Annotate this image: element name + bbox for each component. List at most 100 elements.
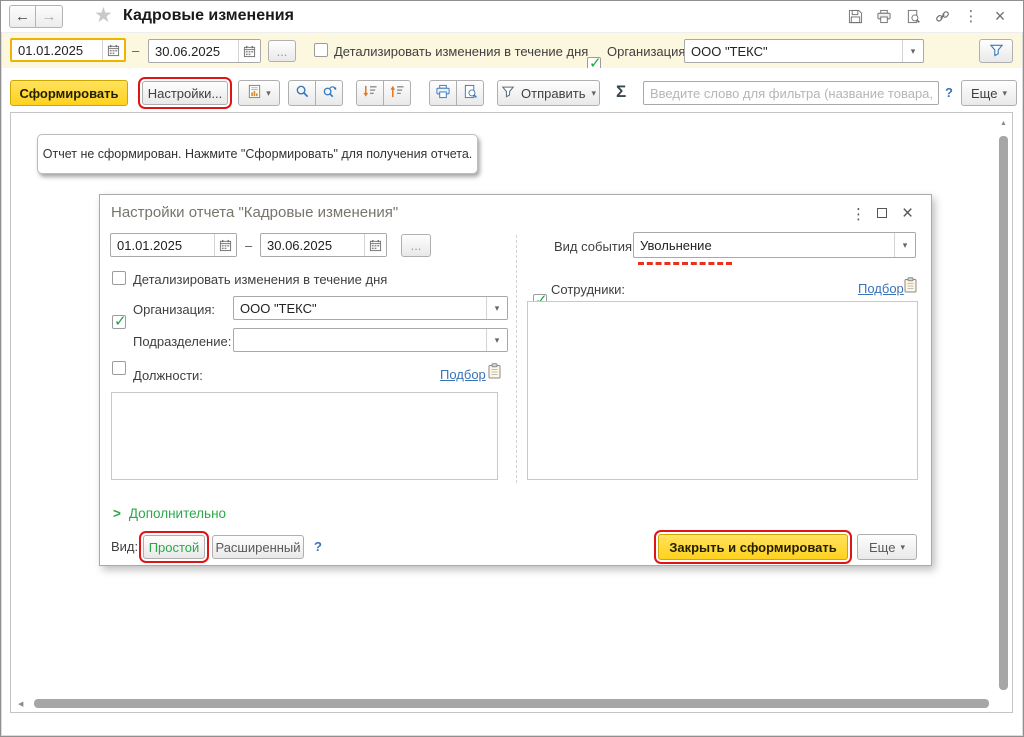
horizontal-scroll-thumb[interactable] (34, 699, 989, 708)
dialog-department-combo[interactable]: ▾ (233, 328, 508, 352)
calendar-icon[interactable] (214, 234, 236, 256)
calendar-icon[interactable] (238, 40, 260, 62)
window-menu-icon[interactable]: ⋮ (960, 6, 982, 26)
dialog-period-to-field[interactable]: 30.06.2025 (260, 233, 387, 257)
employees-clipboard-icon[interactable] (903, 277, 918, 296)
period-dash: – (132, 43, 140, 58)
calendar-icon[interactable] (364, 234, 386, 256)
quick-filter-bar: 01.01.2025 – 30.06.2025 ... Детализирова… (2, 32, 1022, 72)
period-from-field[interactable]: 01.01.2025 (10, 38, 126, 62)
column-separator (516, 235, 517, 483)
dialog-detail-day-checkbox[interactable] (112, 271, 126, 285)
save-icon[interactable] (844, 6, 866, 26)
report-variants-button[interactable]: ▾ (238, 80, 280, 106)
dialog-period-to-value: 30.06.2025 (267, 237, 333, 253)
dialog-menu-icon[interactable]: ⋮ (851, 205, 866, 223)
title-bar: ← → ★ Кадровые изменения ⋮ × (1, 1, 1023, 32)
filter-word-input[interactable] (643, 81, 939, 105)
report-settings-dialog: Настройки отчета "Кадровые изменения" ⋮ … (99, 194, 932, 566)
search-icon (295, 84, 310, 102)
report-variant-icon (247, 84, 262, 102)
annotation-red-dashed-underline (638, 262, 732, 265)
more-label: Еще (971, 85, 998, 101)
dialog-title: Настройки отчета "Кадровые изменения" (111, 204, 399, 221)
dialog-more-button[interactable]: Еще ▾ (857, 534, 917, 560)
printer-icon (435, 84, 451, 102)
sort-ascending-icon (389, 84, 405, 102)
favorite-star-icon[interactable]: ★ (94, 3, 113, 28)
print-icon[interactable] (873, 6, 895, 26)
window-action-icons: ⋮ × (844, 6, 1011, 26)
search-next-button[interactable] (315, 80, 343, 106)
vertical-scrollbar[interactable]: ▲ (997, 116, 1010, 696)
positions-list[interactable] (111, 392, 498, 480)
sort-descending-button[interactable] (356, 80, 384, 106)
report-area: Отчет не сформирован. Нажмите "Сформиров… (10, 112, 1013, 713)
document-magnifier-icon (463, 84, 478, 102)
chevron-down-icon: ▾ (1002, 87, 1007, 98)
chevron-down-icon[interactable]: ▾ (486, 297, 507, 319)
view-label: Вид: (111, 539, 139, 554)
horizontal-scrollbar[interactable]: ◀ (14, 697, 995, 710)
forward-icon: → (41, 8, 57, 25)
view-extended-button[interactable]: Расширенный (212, 535, 304, 559)
dialog-period-from-value: 01.01.2025 (117, 237, 183, 253)
period-more-button[interactable]: ... (268, 40, 296, 62)
chevron-down-icon[interactable]: ▾ (902, 40, 923, 62)
close-icon[interactable]: × (989, 6, 1011, 26)
app-window: ← → ★ Кадровые изменения ⋮ × 01.01.2025 (0, 0, 1024, 737)
dialog-department-checkbox[interactable] (112, 361, 126, 375)
dialog-close-icon[interactable]: × (902, 204, 913, 223)
preview-button[interactable] (456, 80, 484, 106)
print-preview-icon[interactable] (902, 6, 924, 26)
vertical-scroll-thumb[interactable] (999, 136, 1008, 690)
dialog-organization-combo[interactable]: ООО "ТЕКС" ▾ (233, 296, 508, 320)
funnel-icon (989, 43, 1004, 60)
dialog-period-more-button[interactable]: ... (401, 234, 431, 257)
period-to-field[interactable]: 30.06.2025 (148, 39, 261, 63)
additional-expander[interactable]: > Дополнительно (113, 506, 226, 521)
print-button[interactable] (429, 80, 457, 106)
chevron-down-icon[interactable]: ▾ (486, 329, 507, 351)
dialog-help-button[interactable]: ? (314, 539, 322, 554)
additional-label: Дополнительно (128, 506, 227, 521)
send-button[interactable]: Отправить ▾ (497, 80, 600, 106)
event-type-label: Вид события: (554, 239, 636, 254)
dialog-maximize-icon[interactable] (877, 208, 887, 218)
chevron-down-icon[interactable]: ▾ (894, 233, 915, 257)
close-and-generate-button[interactable]: Закрыть и сформировать (654, 530, 852, 564)
report-status-message: Отчет не сформирован. Нажмите "Сформиров… (37, 134, 478, 174)
back-button[interactable]: ← (9, 5, 36, 28)
view-simple-button[interactable]: Простой (139, 531, 209, 563)
dialog-organization-checkbox[interactable] (112, 312, 127, 330)
organization-label: Организация: (607, 44, 690, 59)
organization-combo[interactable]: ООО "ТЕКС" ▾ (684, 39, 924, 63)
search-button[interactable] (288, 80, 316, 106)
toolbar-help-button[interactable]: ? (945, 85, 953, 100)
more-label: Еще (869, 539, 896, 555)
filter-settings-button[interactable] (979, 39, 1013, 63)
dialog-organization-label: Организация: (133, 302, 216, 317)
employees-list[interactable] (527, 301, 918, 480)
settings-button[interactable]: Настройки... (138, 77, 232, 109)
dialog-positions-label: Должности: (133, 368, 203, 383)
event-type-combo[interactable]: Увольнение ▾ (633, 232, 916, 258)
chevron-right-icon: > (113, 506, 121, 521)
detail-day-checkbox[interactable] (314, 43, 328, 57)
generate-button[interactable]: Сформировать (10, 80, 128, 106)
link-icon[interactable] (931, 6, 953, 26)
toolbar-more-button[interactable]: Еще ▾ (961, 80, 1017, 106)
sum-sigma-button[interactable]: Σ (616, 82, 626, 102)
sort-ascending-button[interactable] (383, 80, 411, 106)
scroll-left-icon[interactable]: ◀ (18, 700, 23, 708)
positions-pick-link[interactable]: Подбор (440, 367, 486, 382)
positions-clipboard-icon[interactable] (487, 363, 502, 382)
chevron-down-icon: ▾ (591, 87, 596, 98)
scroll-up-icon[interactable]: ▲ (1000, 120, 1007, 127)
forward-button[interactable]: → (36, 5, 63, 28)
dialog-period-dash: – (245, 238, 253, 253)
dialog-period-from-field[interactable]: 01.01.2025 (110, 233, 237, 257)
sort-descending-icon (362, 84, 378, 102)
employees-pick-link[interactable]: Подбор (858, 281, 904, 296)
calendar-icon[interactable] (102, 40, 124, 60)
